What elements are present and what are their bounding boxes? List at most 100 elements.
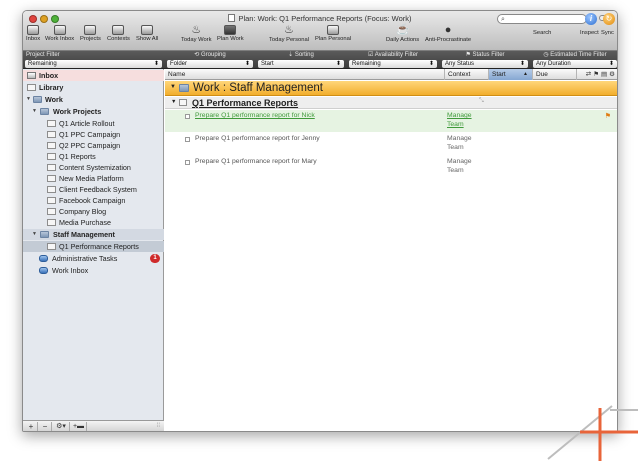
column-header-context[interactable]: Context bbox=[445, 69, 489, 80]
task-context-line: Manage bbox=[447, 158, 472, 165]
status-label: ⚑ Status Filter bbox=[465, 52, 505, 58]
toolbar-inbox-button[interactable]: Inbox bbox=[26, 24, 40, 42]
task-context-line: Manage bbox=[447, 112, 472, 119]
toolbar-plan-personal-button[interactable]: Plan Personal bbox=[315, 24, 351, 42]
grouping-select[interactable]: Folder bbox=[167, 60, 253, 68]
remove-button[interactable]: − bbox=[39, 422, 52, 431]
sidebar-project-item[interactable]: Q1 Reports bbox=[23, 151, 164, 162]
sidebar-project-item[interactable]: Q1 PPC Campaign bbox=[23, 129, 164, 140]
show-all-icon bbox=[141, 25, 154, 35]
toolbar-label: Projects bbox=[80, 36, 101, 42]
project-row[interactable]: ▼ Q1 Performance Reports ⤡ bbox=[165, 97, 617, 109]
sidebar-item-label: Work bbox=[45, 95, 63, 104]
sidebar-item-work[interactable]: ▼ Work bbox=[23, 94, 164, 105]
toolbar-today-personal-button[interactable]: ♨ Today Personal bbox=[269, 24, 309, 43]
task-checkbox[interactable] bbox=[185, 137, 190, 142]
calendar-grid-icon bbox=[327, 25, 340, 35]
grouping-label-text: Grouping bbox=[201, 52, 226, 58]
sidebar-item-label: Company Blog bbox=[59, 207, 107, 216]
column-header-name[interactable]: Name bbox=[165, 69, 445, 80]
note-icon[interactable]: ▤ bbox=[601, 71, 609, 78]
sidebar-project-item[interactable]: Facebook Campaign bbox=[23, 195, 164, 206]
project-icon bbox=[47, 175, 56, 182]
document-icon bbox=[228, 14, 236, 22]
resize-handle-icon[interactable]: ⤡ bbox=[479, 98, 484, 105]
task-checkbox[interactable] bbox=[185, 114, 190, 119]
estimated-time-select[interactable]: Any Duration bbox=[533, 60, 617, 68]
task-name[interactable]: Prepare Q1 performance report for Jenny bbox=[195, 135, 320, 142]
folder-icon bbox=[33, 96, 42, 103]
sidebar-item-label: Q1 PPC Campaign bbox=[59, 130, 121, 139]
task-name[interactable]: Prepare Q1 performance report for Nick bbox=[195, 112, 315, 119]
disclosure-triangle-icon[interactable]: ▼ bbox=[32, 106, 37, 117]
sidebar-item-work-inbox[interactable]: Work Inbox bbox=[23, 265, 164, 276]
task-name[interactable]: Prepare Q1 performance report for Mary bbox=[195, 158, 317, 165]
sidebar-item-inbox[interactable]: Inbox bbox=[23, 70, 164, 81]
task-checkbox[interactable] bbox=[185, 160, 190, 165]
column-header-due[interactable]: Due bbox=[533, 69, 577, 80]
sidebar-item-work-projects[interactable]: ▼ Work Projects bbox=[23, 106, 164, 117]
sidebar-item-library[interactable]: Library bbox=[23, 82, 164, 93]
task-context[interactable]: Manage Team bbox=[447, 112, 487, 129]
project-filter-select[interactable]: Remaining bbox=[25, 60, 162, 68]
sidebar-item-label: Staff Management bbox=[53, 230, 115, 239]
project-icon bbox=[47, 142, 56, 149]
disclosure-triangle-icon[interactable]: ▼ bbox=[171, 99, 176, 105]
sidebar-project-item[interactable]: Media Purchase bbox=[23, 217, 164, 228]
gear-menu-button[interactable]: ⚙▾ bbox=[53, 422, 70, 431]
flag-icon[interactable]: ⚑ bbox=[605, 112, 611, 120]
sorting-select[interactable]: Start bbox=[258, 60, 344, 68]
column-header-start[interactable]: Start ▲ bbox=[489, 69, 533, 80]
sidebar-project-item[interactable]: New Media Platform bbox=[23, 173, 164, 184]
toolbar-plan-work-button[interactable]: Plan Work bbox=[217, 24, 244, 42]
toolbar-projects-button[interactable]: Projects bbox=[80, 24, 101, 42]
folder-icon bbox=[40, 231, 49, 238]
project-icon bbox=[47, 208, 56, 215]
toolbar-anti-procrastinate-button[interactable]: ● Anti-Procrastinate bbox=[425, 24, 471, 43]
task-context[interactable]: Manage Team bbox=[447, 135, 487, 152]
inspect-icon[interactable]: i bbox=[585, 13, 597, 25]
flag-icon[interactable]: ⚑ bbox=[593, 71, 601, 78]
task-row[interactable]: Prepare Q1 performance report for Nick M… bbox=[165, 110, 617, 132]
toolbar-today-work-button[interactable]: ♨ Today Work bbox=[181, 24, 212, 43]
task-context[interactable]: Manage Team bbox=[447, 158, 487, 175]
task-context-line: Team bbox=[447, 143, 464, 151]
disclosure-triangle-icon[interactable]: ▼ bbox=[170, 84, 176, 90]
disclosure-triangle-icon[interactable]: ▼ bbox=[26, 94, 31, 105]
sidebar-project-item[interactable]: Content Systemization bbox=[23, 162, 164, 173]
toolbar-work-inbox-button[interactable]: Work Inbox bbox=[45, 24, 74, 42]
sorting-label: ⇣ Sorting bbox=[288, 52, 314, 58]
project-title: Q1 Performance Reports bbox=[192, 98, 299, 108]
toolbar-label: Today Personal bbox=[269, 37, 309, 43]
availability-select[interactable]: Remaining bbox=[349, 60, 437, 68]
status-select[interactable]: Any Status bbox=[442, 60, 528, 68]
resize-grip-icon[interactable]: ⁞⁞ bbox=[157, 423, 160, 429]
gear-icon[interactable]: ⚙ bbox=[609, 71, 617, 78]
sync-icon[interactable]: ↻ bbox=[603, 13, 615, 25]
sidebar-project-item[interactable]: Company Blog bbox=[23, 206, 164, 217]
add-folder-button[interactable]: +▬ bbox=[71, 422, 87, 431]
title-toolbar: Plan: Work: Q1 Performance Reports (Focu… bbox=[23, 11, 617, 51]
sidebar-item-administrative-tasks[interactable]: Administrative Tasks 1 bbox=[23, 253, 164, 264]
inspect-label[interactable]: Inspect bbox=[580, 30, 599, 36]
folder-icon bbox=[179, 84, 189, 92]
context-icon bbox=[39, 255, 48, 262]
toolbar-show-all-button[interactable]: Show All bbox=[136, 24, 158, 42]
task-row[interactable]: Prepare Q1 performance report for Mary M… bbox=[165, 156, 617, 178]
toolbar-contexts-button[interactable]: Contexts bbox=[107, 24, 130, 42]
disclosure-triangle-icon[interactable]: ▼ bbox=[32, 229, 37, 240]
projects-icon bbox=[84, 25, 97, 35]
context-icon bbox=[39, 267, 48, 274]
sidebar-item-q1-performance-reports[interactable]: Q1 Performance Reports bbox=[23, 241, 164, 252]
sidebar-project-item[interactable]: Q2 PPC Campaign bbox=[23, 140, 164, 151]
add-button[interactable]: + bbox=[25, 422, 38, 431]
sync-label[interactable]: Sync bbox=[601, 30, 614, 36]
search-input[interactable]: ⌕ bbox=[497, 14, 587, 24]
sidebar-item-staff-management[interactable]: ▼ Staff Management bbox=[23, 229, 164, 240]
toolbar-daily-actions-button[interactable]: ☕ Daily Actions bbox=[386, 24, 419, 43]
group-header[interactable]: ▼ Work : Staff Management bbox=[165, 81, 617, 96]
sidebar-project-item[interactable]: Client Feedback System bbox=[23, 184, 164, 195]
sidebar-item-label: Work Projects bbox=[53, 107, 102, 116]
task-row[interactable]: Prepare Q1 performance report for Jenny … bbox=[165, 133, 617, 155]
sidebar-project-item[interactable]: Q1 Article Rollout bbox=[23, 118, 164, 129]
